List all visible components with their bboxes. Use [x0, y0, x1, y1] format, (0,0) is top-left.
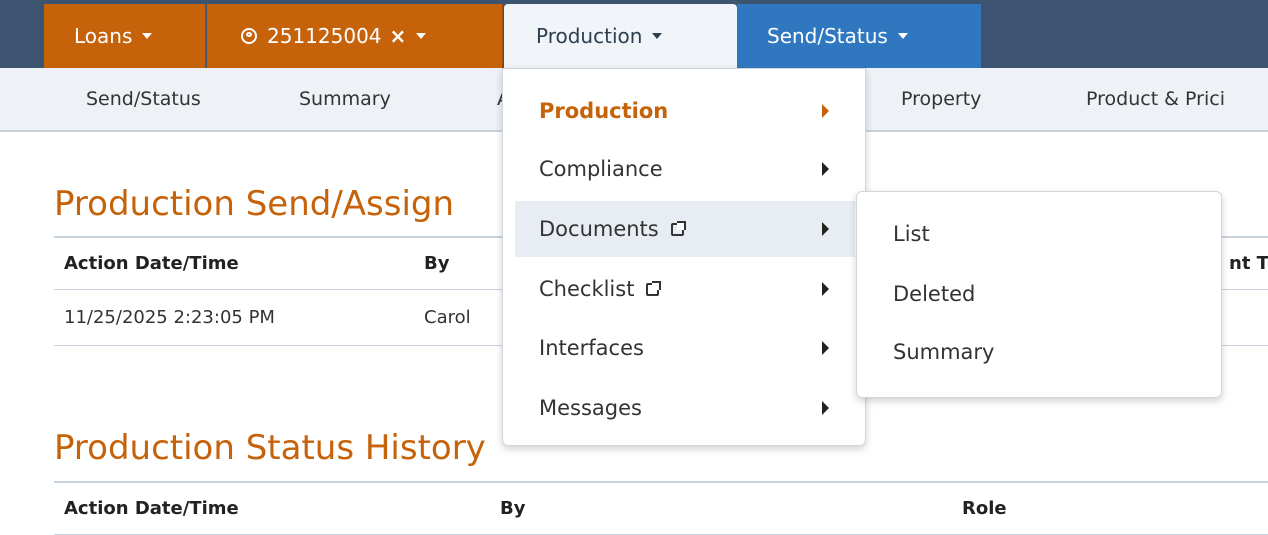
column-header[interactable]: By [424, 238, 449, 289]
subnav-item-property[interactable]: Property [901, 68, 981, 130]
table-header: Action Date/Time By Role [54, 481, 1268, 535]
column-header[interactable]: By [500, 483, 525, 534]
menu-item-compliance[interactable]: Compliance [515, 141, 855, 197]
column-header[interactable]: Action Date/Time [64, 483, 239, 534]
menu-item-label: Interfaces [539, 336, 644, 360]
loans-tab-label: Loans [74, 24, 133, 48]
menu-item-interfaces[interactable]: Interfaces [515, 320, 855, 376]
menu-item-label: Production [539, 99, 669, 123]
column-header[interactable]: Action Date/Time [64, 238, 239, 289]
chevron-right-icon [822, 104, 829, 118]
chevron-down-icon [897, 33, 908, 39]
submenu-item-summary[interactable]: Summary [893, 332, 994, 372]
chevron-down-icon[interactable] [416, 33, 427, 39]
menu-item-label: Messages [539, 396, 642, 420]
section-title-send-assign: Production Send/Assign [54, 184, 455, 224]
menu-item-label: Checklist [539, 277, 635, 301]
menu-item-label: Documents [539, 217, 659, 241]
menu-item-messages[interactable]: Messages [515, 380, 855, 436]
menu-item-production[interactable]: Production [515, 83, 855, 139]
production-tab-label: Production [536, 24, 643, 48]
close-icon[interactable]: × [390, 24, 407, 48]
submenu-item-deleted[interactable]: Deleted [893, 274, 975, 314]
loan-number: 251125004 [267, 24, 382, 48]
subnav-item-send-status[interactable]: Send/Status [86, 68, 201, 130]
external-link-icon [670, 220, 686, 236]
section-title-status-history: Production Status History [54, 428, 486, 468]
account-icon [241, 28, 257, 44]
send-status-tab[interactable]: Send/Status [737, 4, 981, 68]
menu-item-documents[interactable]: Documents [515, 201, 855, 257]
documents-submenu: List Deleted Summary [856, 191, 1222, 398]
production-menu: Production Compliance Documents Checklis… [502, 68, 866, 446]
chevron-down-icon [142, 33, 153, 39]
chevron-right-icon [822, 341, 829, 355]
chevron-down-icon [652, 33, 663, 39]
loans-tab[interactable]: Loans [44, 4, 206, 68]
cell-by: Carol [424, 307, 471, 328]
subnav-item-product-pricing[interactable]: Product & Prici [1086, 68, 1225, 130]
chevron-right-icon [822, 282, 829, 296]
chevron-right-icon [822, 401, 829, 415]
external-link-icon [646, 280, 662, 296]
menu-item-checklist[interactable]: Checklist [515, 261, 855, 317]
top-nav-bar: Loans 251125004 × Production Send/Status [0, 0, 1268, 68]
column-header[interactable]: nt T [1229, 238, 1268, 289]
submenu-item-list[interactable]: List [893, 214, 930, 254]
chevron-right-icon [822, 162, 829, 176]
cell-date: 11/25/2025 2:23:05 PM [64, 307, 275, 328]
menu-item-label: Compliance [539, 157, 663, 181]
loan-tab[interactable]: 251125004 × [207, 4, 503, 68]
send-status-tab-label: Send/Status [767, 24, 888, 48]
chevron-right-icon [822, 222, 829, 236]
production-tab[interactable]: Production [504, 4, 737, 68]
subnav-item-summary[interactable]: Summary [299, 68, 391, 130]
column-header[interactable]: Role [962, 483, 1007, 534]
